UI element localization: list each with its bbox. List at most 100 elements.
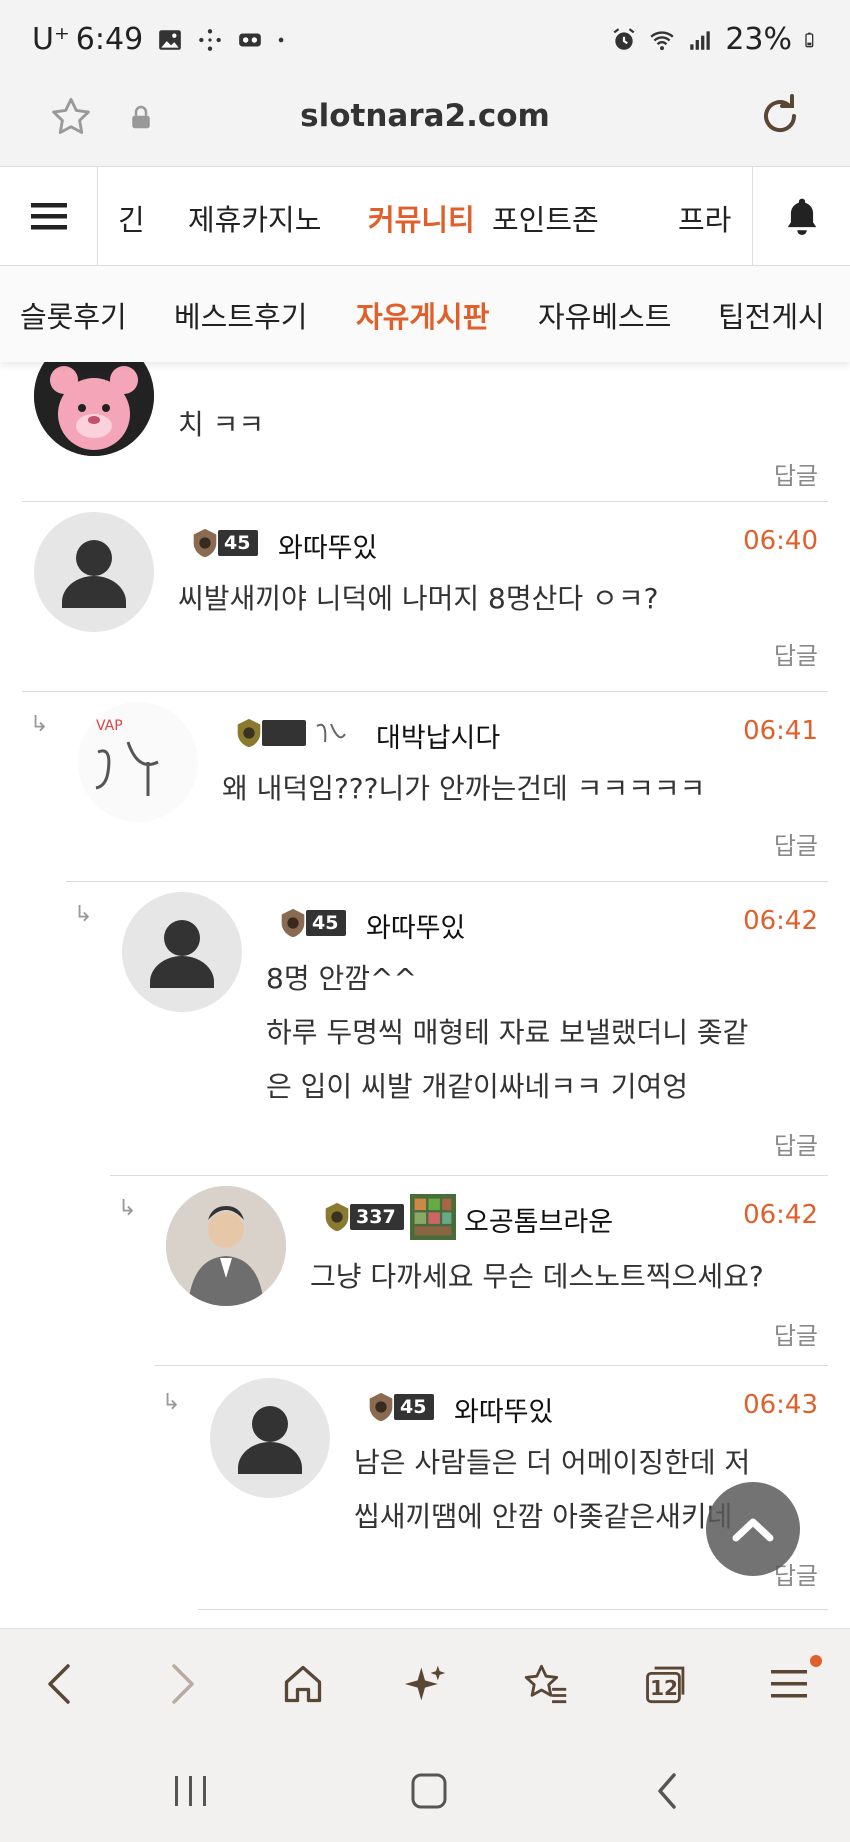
rank-shield-icon bbox=[325, 1202, 349, 1232]
chevron-right-icon bbox=[172, 1664, 194, 1704]
reply-indent-arrow-icon: ↳ bbox=[74, 902, 93, 927]
comment-time: 06:40 bbox=[743, 526, 818, 556]
avatar bbox=[122, 892, 242, 1012]
comment-time: 06:42 bbox=[743, 1200, 818, 1230]
subnav-best-review[interactable]: 베스트후기 bbox=[174, 294, 307, 336]
hamburger-icon bbox=[771, 1670, 807, 1698]
level-badge: 45 bbox=[276, 906, 347, 940]
menu-icon bbox=[30, 203, 67, 230]
comment-time: 06:42 bbox=[743, 906, 818, 936]
nav-item-partial-left[interactable]: 긴 bbox=[118, 197, 145, 239]
browser-toolbar: 12 bbox=[0, 1628, 850, 1738]
bookmarks-button[interactable] bbox=[520, 1659, 570, 1709]
comment-author[interactable]: 와따뚜있 bbox=[454, 1390, 553, 1429]
voicemail-icon bbox=[239, 33, 262, 46]
comment-text: 왜 내덕임???니가 안까는건데 ㅋㅋㅋㅋㅋ bbox=[222, 772, 706, 805]
pink-bear-avatar-icon bbox=[34, 362, 154, 456]
back-button[interactable] bbox=[34, 1659, 84, 1709]
reload-icon[interactable] bbox=[756, 92, 804, 140]
comment-list: 치 ㅋㅋ 답글 45 와따뚜있 06:40 씨발새끼야 니덕에 나머지 8명산다… bbox=[0, 362, 850, 1628]
comment-item: 45 와따뚜있 06:42 8명 안깜^^ 하루 두명씩 매형테 자료 보낼랬더… bbox=[110, 882, 828, 1176]
home-square-icon bbox=[411, 1773, 447, 1809]
battery-percent: 23% bbox=[725, 22, 792, 57]
chevron-left-icon bbox=[48, 1664, 70, 1704]
level-badge: 45 bbox=[364, 1390, 435, 1424]
user-emblem-icon bbox=[409, 1194, 456, 1240]
comment-time: 06:41 bbox=[743, 716, 818, 746]
recents-icon bbox=[175, 1776, 206, 1806]
reply-button[interactable]: 답글 bbox=[774, 1316, 818, 1351]
comment-author[interactable]: 대박납시다 bbox=[376, 716, 500, 755]
home-icon bbox=[284, 1665, 322, 1703]
level-badge: 45 bbox=[188, 526, 259, 560]
hamburger-menu-button[interactable] bbox=[0, 167, 98, 265]
level-number: 45 bbox=[218, 530, 259, 556]
comment-text: 그냥 다까세요 무슨 데스노트찍으세요? bbox=[310, 1260, 764, 1293]
chevron-up-icon bbox=[732, 1518, 774, 1542]
comment-text: 치 ㅋㅋ bbox=[178, 408, 265, 441]
gallery-icon bbox=[159, 29, 182, 50]
dot-icon bbox=[278, 37, 284, 42]
subnav-free-board[interactable]: 자유게시판 bbox=[356, 294, 489, 336]
back-system-button[interactable] bbox=[642, 1766, 692, 1816]
default-user-icon bbox=[238, 1406, 302, 1474]
comment-text-line: 은 입이 씨발 개같이싸네ㅋㅋ 기여엉 bbox=[266, 1070, 689, 1103]
rank-shield-icon bbox=[237, 718, 261, 748]
ai-assistant-button[interactable] bbox=[400, 1659, 450, 1709]
comment-author[interactable]: 오공톰브라운 bbox=[464, 1200, 613, 1239]
comment-text-line: 남은 사람들은 더 어메이징한데 저 bbox=[354, 1446, 751, 1479]
level-number: 45 bbox=[394, 1394, 435, 1420]
person-photo-avatar-icon bbox=[166, 1186, 286, 1306]
tabs-button[interactable]: 12 bbox=[642, 1659, 692, 1709]
comment-item: 치 ㅋㅋ 답글 bbox=[22, 362, 828, 502]
home-system-button[interactable] bbox=[404, 1766, 454, 1816]
nav-item-partial-right[interactable]: 프라 bbox=[678, 197, 731, 239]
nav-item-partner-casino[interactable]: 제휴카지노 bbox=[188, 197, 321, 239]
star-list-icon bbox=[524, 1664, 567, 1704]
subnav-tip-board[interactable]: 팁전게시 bbox=[718, 294, 825, 336]
menu-button[interactable] bbox=[764, 1659, 814, 1709]
level-number: 45 bbox=[306, 910, 347, 936]
alarm-icon bbox=[613, 27, 635, 50]
nav-item-point-zone[interactable]: 포인트존 bbox=[492, 197, 599, 239]
comment-text-line: 씹새끼땜에 안깜 아좆같은새키네 bbox=[354, 1500, 733, 1533]
forward-button[interactable] bbox=[158, 1659, 208, 1709]
avatar bbox=[166, 1186, 286, 1306]
subnav-slot-review[interactable]: 슬롯후기 bbox=[20, 294, 127, 336]
comment-text-line: 하루 두명씩 매형테 자료 보낼랬더니 좆같 bbox=[266, 1016, 749, 1049]
reply-button[interactable]: 답글 bbox=[774, 826, 818, 861]
reply-indent-arrow-icon: ↳ bbox=[162, 1390, 181, 1415]
signal-icon bbox=[690, 30, 711, 50]
bell-icon bbox=[787, 198, 816, 235]
notification-bell-button[interactable] bbox=[752, 167, 850, 265]
battery-icon bbox=[805, 32, 814, 47]
subnav-free-best[interactable]: 자유베스트 bbox=[538, 294, 671, 336]
comment-text-line: 8명 안깜^^ bbox=[266, 962, 417, 995]
clock: 6:49 bbox=[75, 22, 144, 57]
tab-count: 12 bbox=[650, 1676, 678, 1700]
recents-button[interactable] bbox=[166, 1766, 216, 1816]
home-button[interactable] bbox=[278, 1659, 328, 1709]
nav-item-community[interactable]: 커뮤니티 bbox=[368, 197, 475, 239]
comment-item: 337 오공톰브라운 06:42 그냥 다까세요 무슨 데스노트찍으세요? 답글 bbox=[154, 1176, 828, 1366]
rank-shield-icon bbox=[193, 528, 217, 558]
scroll-to-top-button[interactable] bbox=[706, 1482, 800, 1576]
default-user-icon bbox=[62, 540, 126, 608]
level-badge: 337 bbox=[320, 1194, 456, 1240]
url-text[interactable]: slotnara2.com bbox=[0, 98, 850, 134]
reply-button[interactable]: 답글 bbox=[774, 456, 818, 491]
rank-shield-icon bbox=[281, 908, 305, 938]
reply-button[interactable]: 답글 bbox=[774, 1126, 818, 1161]
carrier-label: U⁺ bbox=[32, 22, 70, 57]
level-number bbox=[262, 720, 306, 746]
primary-nav: 긴 제휴카지노 커뮤니티 포인트존 프라 bbox=[0, 166, 850, 266]
comment-author[interactable]: 와따뚜있 bbox=[366, 906, 465, 945]
level-number: 337 bbox=[350, 1204, 404, 1230]
secondary-nav: 슬롯후기 베스트후기 자유게시판 자유베스트 팁전게시 bbox=[0, 266, 850, 362]
avatar: VAP bbox=[78, 702, 198, 822]
svg-text:VAP: VAP bbox=[96, 718, 123, 734]
reply-button[interactable]: 답글 bbox=[774, 636, 818, 671]
wifi-icon bbox=[650, 30, 674, 50]
comment-author[interactable]: 와따뚜있 bbox=[278, 526, 377, 565]
level-badge bbox=[232, 716, 352, 750]
